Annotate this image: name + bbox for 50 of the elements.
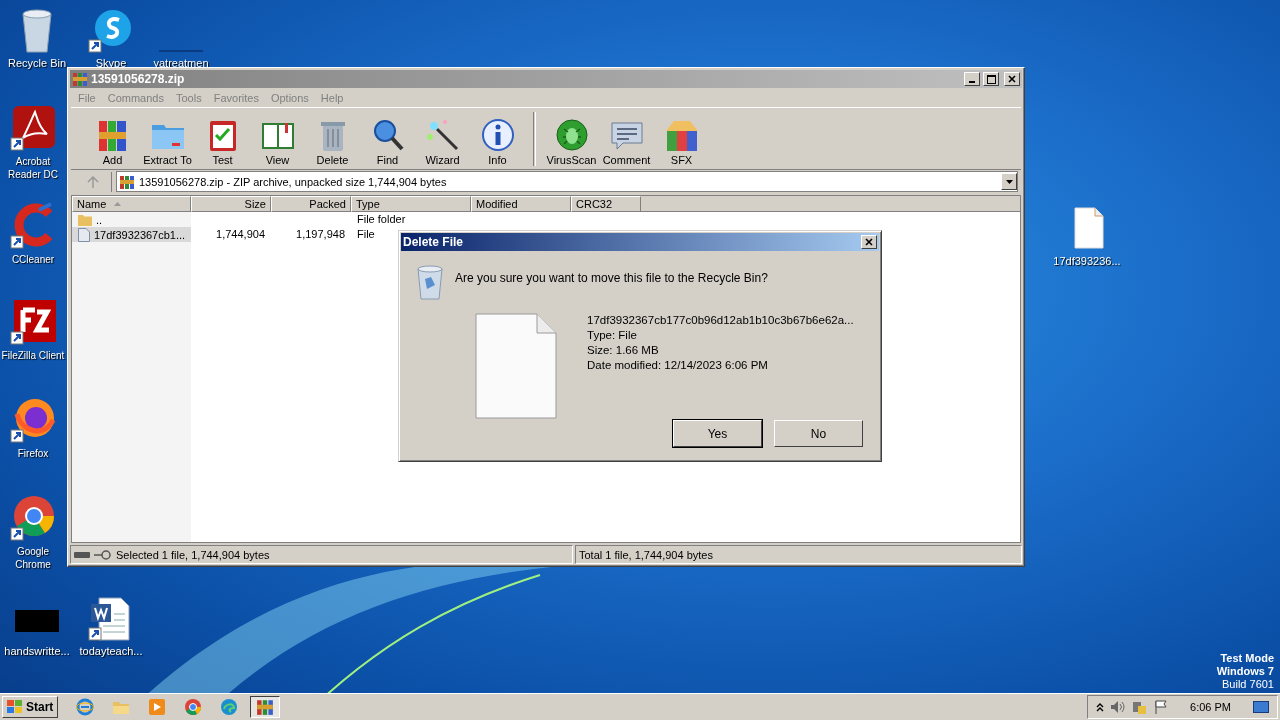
file-detail: Type: File	[587, 327, 638, 342]
column-header[interactable]: Name	[72, 196, 191, 212]
table-cell: File	[357, 228, 375, 241]
toolbar-button[interactable]: SFX	[654, 117, 709, 166]
desktop-icon-label[interactable]: handswritte...	[4, 645, 70, 658]
toolbar-button[interactable]: View	[250, 117, 305, 166]
status-text: Total 1 file, 1,744,904 bytes	[579, 548, 713, 561]
desktop-icon-label[interactable]: Google Chrome	[0, 545, 66, 571]
column-header[interactable]: Modified	[471, 196, 571, 212]
desktop-icon-label[interactable]: CCleaner	[11, 253, 55, 266]
dialog-button[interactable]: No	[774, 420, 863, 447]
file-name-cell[interactable]: ..	[72, 212, 191, 227]
toolbar-button[interactable]: Delete	[305, 117, 360, 166]
toolbar-button[interactable]: Extract To	[140, 117, 195, 166]
file-detail: Size: 1.66 MB	[587, 342, 660, 357]
file-name-cell[interactable]: 17df3932367cb1...	[72, 227, 191, 242]
desktop-icon-label[interactable]: Acrobat Reader DC	[0, 155, 66, 181]
desktop-icon-label[interactable]: Recycle Bin	[7, 57, 67, 70]
window-title: 13591056278.zip	[91, 72, 185, 86]
os-notice-text: Build 7601	[1222, 678, 1274, 691]
dialog-button[interactable]: Yes	[673, 420, 762, 447]
toolbar-button[interactable]: Comment	[599, 117, 654, 166]
file-name: 17df3932367cb177c0b96d12ab1b10c3b67b6e62a...	[587, 312, 854, 327]
toolbar-button[interactable]: Find	[360, 117, 415, 166]
desktop-icon-label[interactable]: todayteach...	[79, 645, 143, 658]
os-notice-text: Test Mode	[1220, 652, 1274, 665]
desktop-icon-label[interactable]: Firefox	[17, 447, 49, 460]
dialog-title: Delete File	[403, 235, 464, 249]
toolbar-button[interactable]: VirusScan	[544, 117, 599, 166]
desktop-icon-label[interactable]: FileZilla Client	[1, 349, 65, 362]
desktop-icon-label[interactable]: 17df393236...	[1053, 255, 1121, 268]
start-button[interactable]: Start	[2, 696, 59, 718]
toolbar-button[interactable]: Test	[195, 117, 250, 166]
toolbar-button[interactable]: Info	[470, 117, 525, 166]
desktop-icon-label[interactable]: yatreatmen	[153, 57, 209, 70]
os-notice-text: Windows 7	[1216, 665, 1274, 678]
column-header[interactable]: CRC32	[571, 196, 641, 212]
column-header[interactable]: Type	[351, 196, 471, 212]
table-cell: 1,197,948	[296, 228, 345, 241]
toolbar-button[interactable]: Add	[85, 117, 140, 166]
file-detail: Date modified: 12/14/2023 6:06 PM	[587, 357, 769, 372]
clock[interactable]: 6:06 PM	[1190, 701, 1231, 713]
table-cell: 1,744,904	[216, 228, 265, 241]
confirm-message: Are you sure you want to move this file to the Recycle Bin?	[455, 270, 769, 287]
column-header[interactable]: Size	[191, 196, 271, 212]
status-text: Selected 1 file, 1,744,904 bytes	[116, 548, 270, 561]
toolbar-button[interactable]: Wizard	[415, 117, 470, 166]
table-cell: File folder	[357, 213, 406, 226]
column-header[interactable]: Packed	[271, 196, 351, 212]
address-field[interactable]: 13591056278.zip - ZIP archive, unpacked size 1,744,904 bytes	[116, 171, 1018, 192]
